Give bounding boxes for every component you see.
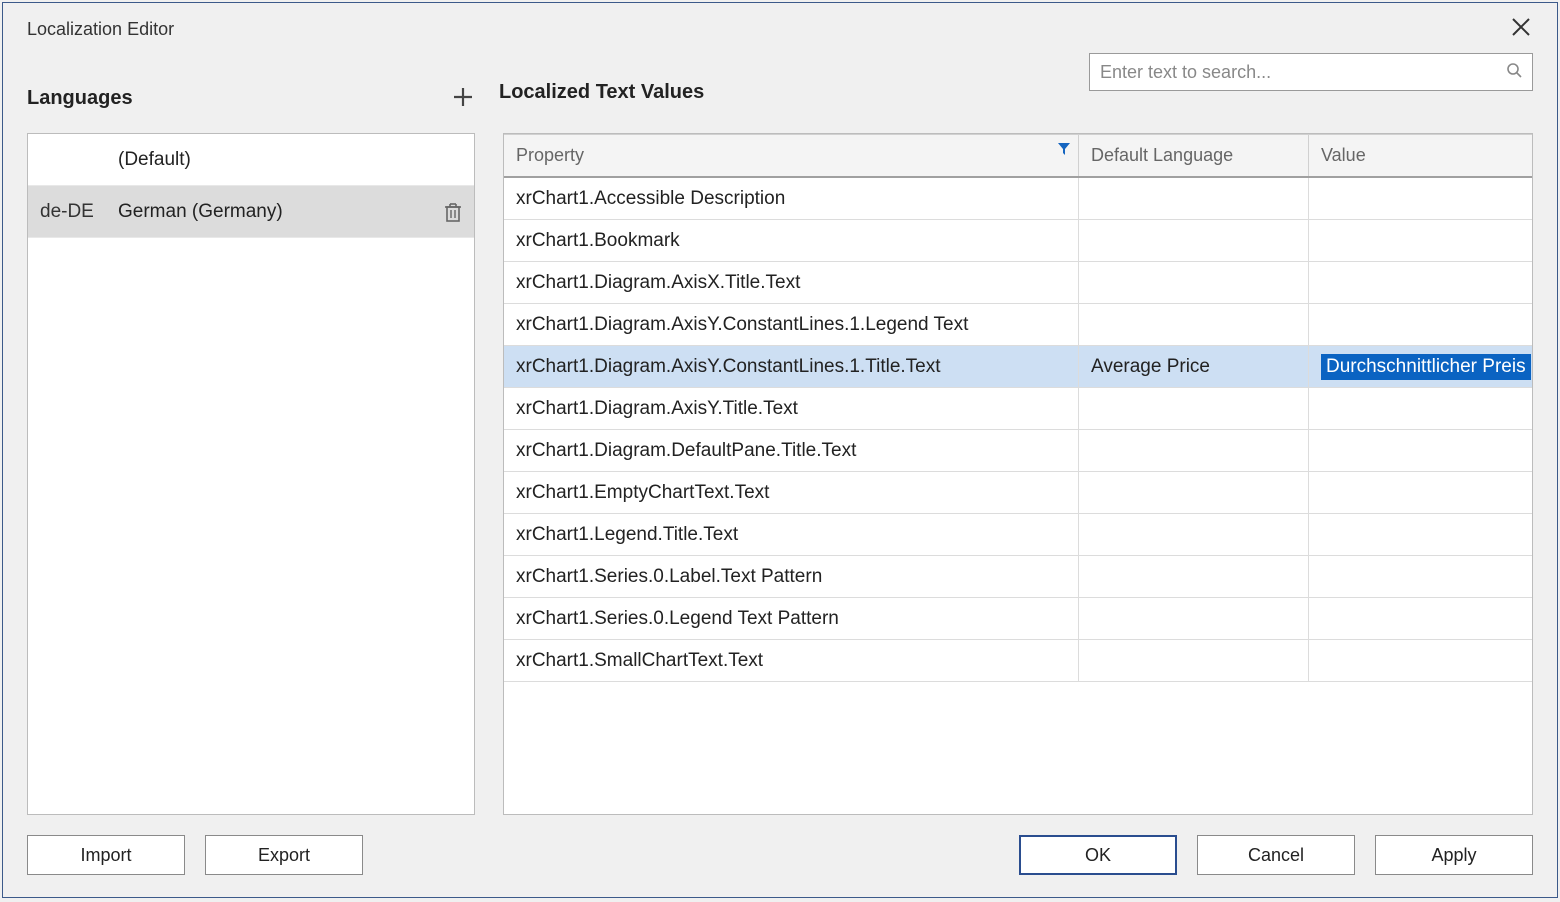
table-row[interactable]: xrChart1.Diagram.AxisY.ConstantLines.1.L…	[504, 304, 1532, 346]
cell-value[interactable]	[1309, 472, 1532, 513]
table-row[interactable]: xrChart1.Diagram.AxisY.ConstantLines.1.T…	[504, 346, 1532, 388]
cell-value[interactable]	[1309, 388, 1532, 429]
table-row[interactable]: xrChart1.Diagram.AxisY.Title.Text	[504, 388, 1532, 430]
main-row: (Default) de-DEGerman (Germany) Property …	[27, 133, 1533, 815]
cell-value[interactable]	[1309, 514, 1532, 555]
titlebar: Localization Editor	[3, 3, 1557, 53]
cell-default-language[interactable]: Average Price	[1079, 346, 1309, 387]
cell-default-language[interactable]	[1079, 598, 1309, 639]
language-row[interactable]: de-DEGerman (Germany)	[28, 186, 474, 238]
table-row[interactable]: xrChart1.Diagram.DefaultPane.Title.Text	[504, 430, 1532, 472]
ok-button[interactable]: OK	[1019, 835, 1177, 875]
plus-icon	[453, 87, 473, 107]
cell-value[interactable]	[1309, 430, 1532, 471]
export-button[interactable]: Export	[205, 835, 363, 875]
add-language-button[interactable]	[453, 85, 473, 111]
window-title: Localization Editor	[27, 13, 174, 40]
cell-value[interactable]	[1309, 556, 1532, 597]
close-button[interactable]	[1503, 13, 1539, 43]
table-row[interactable]: xrChart1.Series.0.Label.Text Pattern	[504, 556, 1532, 598]
table-row[interactable]: xrChart1.SmallChartText.Text	[504, 640, 1532, 682]
languages-title: Languages	[27, 87, 133, 110]
cell-property[interactable]: xrChart1.Series.0.Label.Text Pattern	[504, 556, 1079, 597]
cell-default-language[interactable]	[1079, 640, 1309, 681]
cell-value[interactable]	[1309, 598, 1532, 639]
cell-property[interactable]: xrChart1.Diagram.DefaultPane.Title.Text	[504, 430, 1079, 471]
table-row[interactable]: xrChart1.Diagram.AxisX.Title.Text	[504, 262, 1532, 304]
search-input[interactable]	[1100, 62, 1506, 83]
button-bar: Import Export OK Cancel Apply	[3, 815, 1557, 897]
values-panel: Property Default Language Value	[503, 133, 1533, 815]
cell-property[interactable]: xrChart1.Series.0.Legend Text Pattern	[504, 598, 1079, 639]
apply-button[interactable]: Apply	[1375, 835, 1533, 875]
cell-value[interactable]	[1309, 262, 1532, 303]
table-row[interactable]: xrChart1.Accessible Description	[504, 178, 1532, 220]
cell-default-language[interactable]	[1079, 388, 1309, 429]
cell-property[interactable]: xrChart1.Accessible Description	[504, 178, 1079, 219]
cell-value[interactable]: Durchschnittlicher Preis	[1309, 346, 1532, 387]
languages-header: Languages	[27, 85, 489, 111]
column-header-default-language-label: Default Language	[1091, 145, 1233, 165]
cell-value[interactable]	[1309, 220, 1532, 261]
cell-default-language[interactable]	[1079, 556, 1309, 597]
cell-value[interactable]	[1309, 178, 1532, 219]
column-header-value[interactable]: Value	[1309, 135, 1532, 176]
languages-panel: (Default) de-DEGerman (Germany)	[27, 133, 475, 815]
cell-property[interactable]: xrChart1.Bookmark	[504, 220, 1079, 261]
import-button[interactable]: Import	[27, 835, 185, 875]
cell-property[interactable]: xrChart1.SmallChartText.Text	[504, 640, 1079, 681]
column-header-property[interactable]: Property	[504, 135, 1079, 176]
search-icon	[1506, 62, 1522, 83]
language-name: (Default)	[118, 149, 462, 171]
cell-default-language[interactable]	[1079, 178, 1309, 219]
cell-property[interactable]: xrChart1.EmptyChartText.Text	[504, 472, 1079, 513]
table-row[interactable]: xrChart1.Bookmark	[504, 220, 1532, 262]
cell-property[interactable]: xrChart1.Legend.Title.Text	[504, 514, 1079, 555]
cell-default-language[interactable]	[1079, 430, 1309, 471]
column-header-value-label: Value	[1321, 145, 1366, 165]
close-icon	[1511, 17, 1531, 37]
table-row[interactable]: xrChart1.EmptyChartText.Text	[504, 472, 1532, 514]
delete-language-button[interactable]	[444, 202, 462, 222]
grid-body: xrChart1.Accessible DescriptionxrChart1.…	[504, 178, 1532, 814]
cell-value[interactable]	[1309, 304, 1532, 345]
table-row[interactable]: xrChart1.Series.0.Legend Text Pattern	[504, 598, 1532, 640]
column-header-default-language[interactable]: Default Language	[1079, 135, 1309, 176]
column-header-property-label: Property	[516, 145, 584, 165]
cell-default-language[interactable]	[1079, 220, 1309, 261]
cell-property[interactable]: xrChart1.Diagram.AxisY.ConstantLines.1.T…	[504, 346, 1079, 387]
cell-default-language[interactable]	[1079, 262, 1309, 303]
cancel-button[interactable]: Cancel	[1197, 835, 1355, 875]
cell-default-language[interactable]	[1079, 472, 1309, 513]
cell-property[interactable]: xrChart1.Diagram.AxisY.ConstantLines.1.L…	[504, 304, 1079, 345]
table-row[interactable]: xrChart1.Legend.Title.Text	[504, 514, 1532, 556]
content-area: Languages Localized Text Values	[3, 53, 1557, 815]
cell-property[interactable]: xrChart1.Diagram.AxisY.Title.Text	[504, 388, 1079, 429]
localization-editor-window: Localization Editor Languages Localize	[2, 2, 1558, 898]
cell-value[interactable]	[1309, 640, 1532, 681]
search-box[interactable]	[1089, 53, 1533, 91]
language-row[interactable]: (Default)	[28, 134, 474, 186]
filter-icon[interactable]	[1058, 143, 1070, 155]
language-code: de-DE	[28, 201, 118, 223]
cell-property[interactable]: xrChart1.Diagram.AxisX.Title.Text	[504, 262, 1079, 303]
button-bar-right: OK Cancel Apply	[1019, 835, 1533, 875]
grid-header: Property Default Language Value	[504, 134, 1532, 178]
button-bar-left: Import Export	[27, 835, 363, 875]
cell-default-language[interactable]	[1079, 514, 1309, 555]
localized-values-title: Localized Text Values	[499, 81, 704, 104]
cell-default-language[interactable]	[1079, 304, 1309, 345]
trash-icon	[444, 202, 462, 222]
language-name: German (Germany)	[118, 201, 444, 223]
panel-header-row: Languages Localized Text Values	[27, 73, 1533, 111]
values-header: Localized Text Values	[499, 73, 1533, 111]
value-editor[interactable]: Durchschnittlicher Preis	[1321, 354, 1531, 380]
